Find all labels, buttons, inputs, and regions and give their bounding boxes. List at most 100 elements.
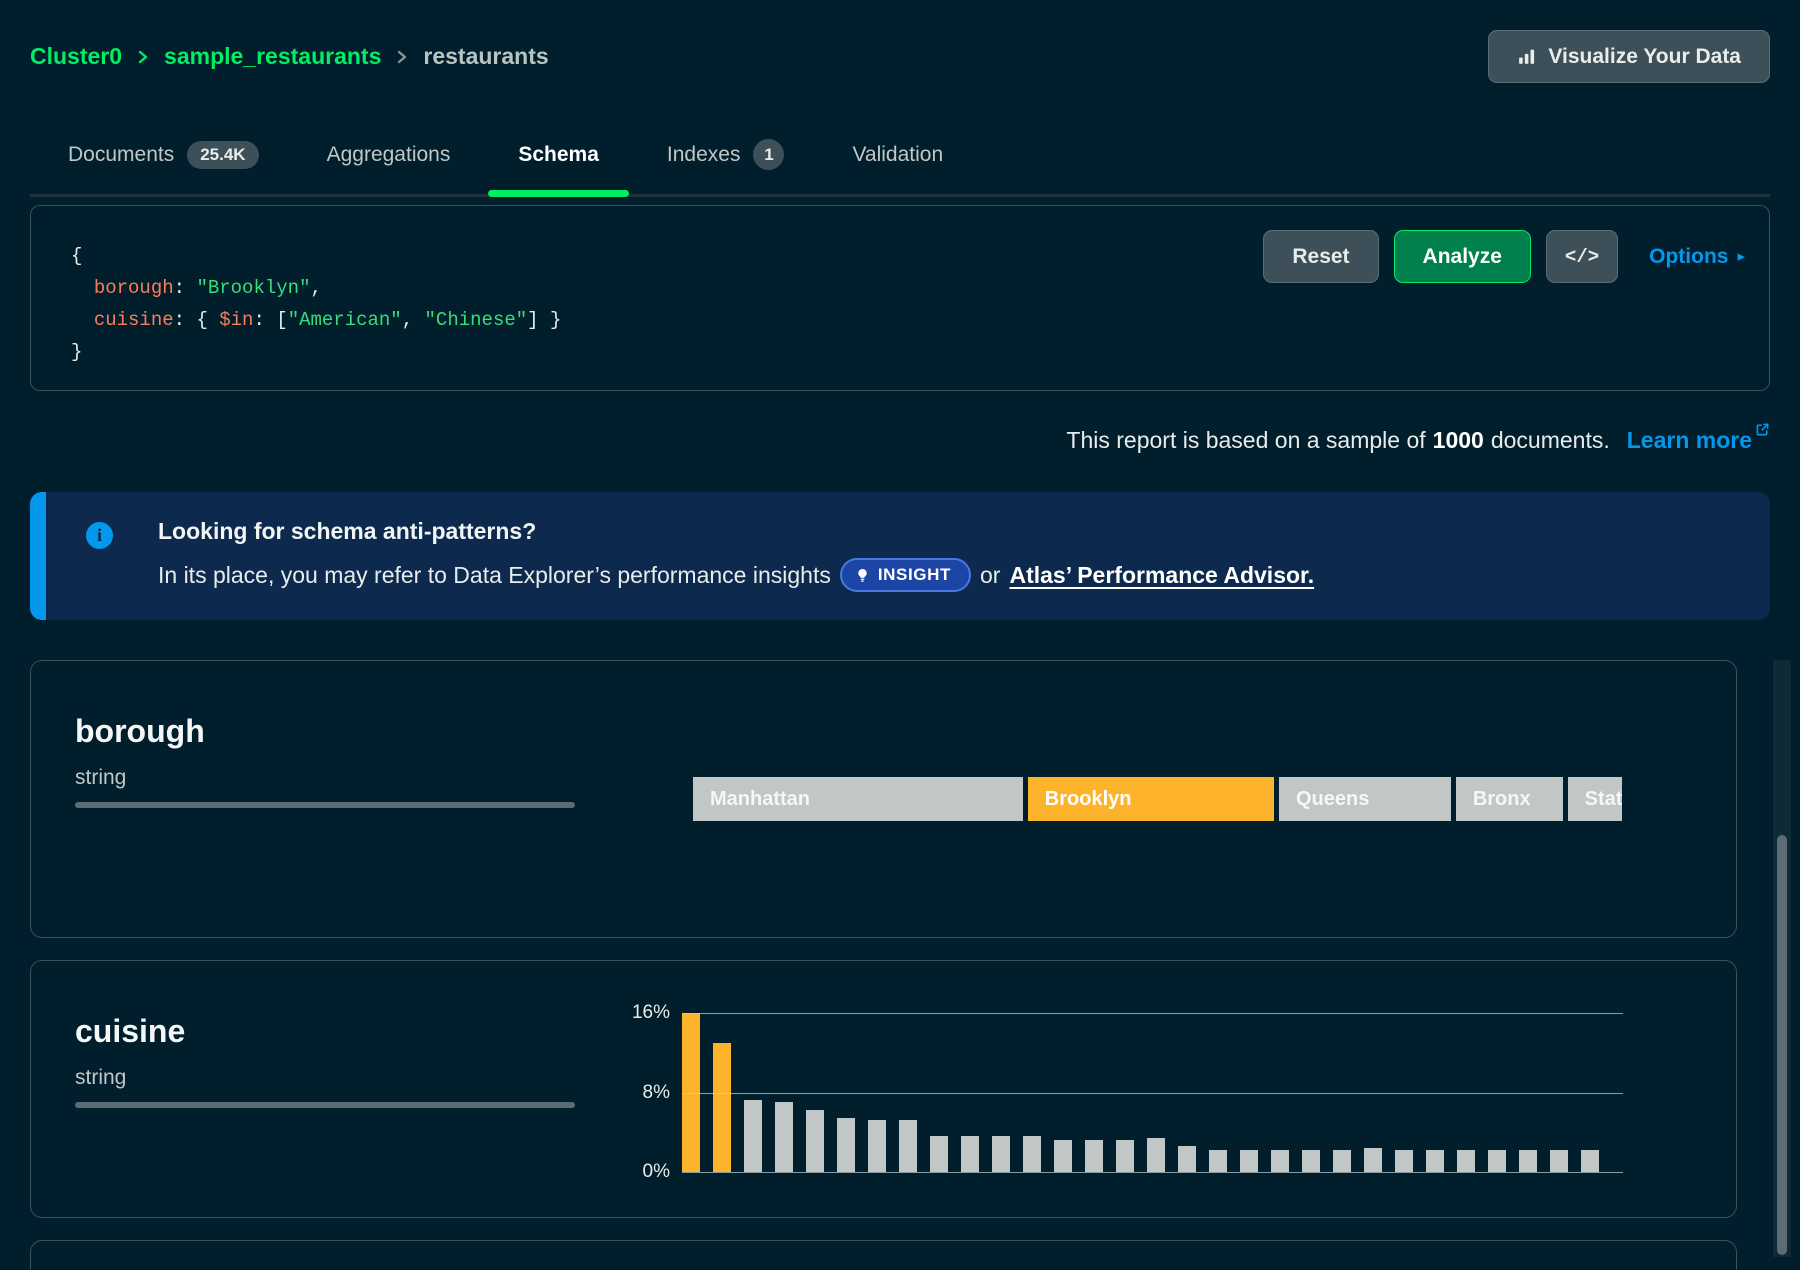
type-distribution-bar: [75, 802, 575, 808]
insight-badge[interactable]: INSIGHT: [840, 558, 971, 592]
atlas-data-explorer: Cluster0sample_restaurantsrestaurants Vi…: [0, 0, 1800, 1258]
cuisine-bar[interactable]: [1364, 1148, 1382, 1172]
performance-advisor-link[interactable]: Atlas’ Performance Advisor.: [1009, 562, 1314, 589]
query-line: }: [71, 336, 561, 368]
lightbulb-icon: [855, 568, 870, 583]
breadcrumb-sample_restaurants[interactable]: sample_restaurants: [164, 43, 381, 70]
cuisine-bar[interactable]: [1488, 1150, 1506, 1172]
cuisine-bar[interactable]: [806, 1110, 824, 1172]
scrollbar-thumb[interactable]: [1777, 835, 1787, 1255]
cuisine-bar[interactable]: [1519, 1150, 1537, 1172]
cuisine-bar[interactable]: [744, 1100, 762, 1172]
cuisine-bar[interactable]: [930, 1136, 948, 1172]
cuisine-bar[interactable]: [837, 1118, 855, 1172]
cuisine-bar[interactable]: [899, 1120, 917, 1172]
chevron-right-icon: [135, 49, 151, 65]
cuisine-bar[interactable]: [775, 1102, 793, 1172]
visualize-your-data-button[interactable]: Visualize Your Data: [1488, 30, 1770, 83]
field-card-cuisine: cuisine string 16%8%0%: [30, 960, 1737, 1218]
info-banner: i Looking for schema anti-patterns? In i…: [30, 492, 1770, 620]
cuisine-bar[interactable]: [1178, 1146, 1196, 1172]
segment-label: Staten Island: [1585, 788, 1622, 811]
cuisine-bar[interactable]: [868, 1120, 886, 1172]
learn-more-label: Learn more: [1627, 427, 1752, 454]
query-line: {: [71, 240, 561, 272]
report-note-suffix: documents.: [1491, 427, 1610, 454]
banner-content: Looking for schema anti-patterns? In its…: [158, 518, 1734, 592]
segment-label: Manhattan: [710, 788, 810, 811]
gridline: [682, 1093, 1623, 1094]
cuisine-plot: [682, 1013, 1623, 1172]
tab-validation[interactable]: Validation: [850, 123, 945, 194]
options-toggle[interactable]: Options ▸: [1649, 245, 1745, 269]
breadcrumb-cluster0[interactable]: Cluster0: [30, 43, 122, 70]
tab-indexes[interactable]: Indexes 1: [665, 123, 787, 194]
cuisine-bar[interactable]: [1054, 1140, 1072, 1172]
gridline: [682, 1013, 1623, 1014]
sample-count: 1000: [1433, 427, 1484, 454]
borough-segment-bronx[interactable]: Bronx: [1456, 777, 1563, 821]
report-note-prefix: This report is based on a sample of: [1066, 427, 1425, 454]
cuisine-bar[interactable]: [1395, 1150, 1413, 1172]
cuisine-bar[interactable]: [1426, 1150, 1444, 1172]
external-link-icon: [1755, 422, 1770, 437]
learn-more-link[interactable]: Learn more: [1627, 427, 1770, 454]
visualize-your-data-label: Visualize Your Data: [1548, 45, 1741, 69]
field-name: borough: [75, 713, 1692, 750]
tab-aggregations[interactable]: Aggregations: [325, 123, 453, 194]
tab-label: Schema: [518, 143, 599, 167]
borough-segments: Manhattan BrooklynQueens Bronx Staten Islan…: [693, 777, 1622, 821]
field-card-next-partial: [30, 1240, 1737, 1270]
borough-segment-manhattan[interactable]: Manhattan: [693, 777, 1023, 821]
reset-button[interactable]: Reset: [1263, 230, 1378, 283]
info-icon: i: [86, 522, 113, 549]
code-toggle-button[interactable]: </>: [1546, 230, 1618, 283]
tab-count-badge: 25.4K: [187, 141, 258, 169]
type-distribution-bar: [75, 1102, 575, 1108]
borough-value-chart: Manhattan BrooklynQueens Bronx Staten Islan…: [693, 777, 1622, 821]
banner-accent-bar: [30, 492, 46, 620]
borough-segment-queens[interactable]: Queens: [1279, 777, 1451, 821]
tab-count-badge: 1: [753, 139, 784, 170]
query-editor[interactable]: { borough: "Brooklyn", cuisine: { $in: […: [71, 240, 561, 368]
borough-segment-brooklyn[interactable]: Brooklyn: [1028, 777, 1274, 821]
y-axis-label: 8%: [643, 1082, 670, 1104]
tab-label: Indexes: [667, 143, 741, 167]
cuisine-bar[interactable]: [1023, 1136, 1041, 1172]
tab-bar: Documents 25.4K Aggregations Schema Indexes 1…: [30, 123, 1770, 197]
banner-body: In its place, you may refer to Data Expl…: [158, 558, 1734, 592]
cuisine-value-chart: 16%8%0%: [592, 1013, 1623, 1172]
cuisine-bar[interactable]: [1333, 1150, 1351, 1172]
cuisine-bar[interactable]: [1271, 1150, 1289, 1172]
query-line: cuisine: { $in: ["American", "Chinese"] …: [71, 304, 561, 336]
cuisine-bar[interactable]: [961, 1136, 979, 1172]
schema-field-list: borough string ManhattanBrooklynQueensBr…: [30, 660, 1770, 1270]
tab-schema[interactable]: Schema: [516, 123, 601, 194]
cuisine-bar[interactable]: [1116, 1140, 1134, 1172]
tab-label: Validation: [852, 143, 943, 167]
cuisine-bar[interactable]: [1209, 1150, 1227, 1172]
scrollbar[interactable]: [1773, 660, 1791, 1257]
sample-report-note: This report is based on a sample of 1000…: [30, 427, 1770, 454]
cuisine-bar[interactable]: [713, 1043, 731, 1172]
options-label: Options: [1649, 245, 1728, 269]
borough-segment-staten-island[interactable]: Staten Island: [1568, 777, 1622, 821]
tab-documents[interactable]: Documents 25.4K: [66, 123, 261, 194]
cuisine-bar[interactable]: [1550, 1150, 1568, 1172]
tab-label: Documents: [68, 143, 174, 167]
cuisine-bar[interactable]: [1457, 1150, 1475, 1172]
cuisine-bar[interactable]: [1581, 1150, 1599, 1172]
cuisine-bar[interactable]: [1302, 1150, 1320, 1172]
segment-label: Bronx: [1473, 788, 1531, 811]
banner-body-connector: or: [980, 562, 1000, 589]
cuisine-bar[interactable]: [1085, 1140, 1103, 1172]
cuisine-bar[interactable]: [992, 1136, 1010, 1172]
field-card-borough: borough string ManhattanBrooklynQueensBr…: [30, 660, 1737, 938]
cuisine-bar[interactable]: [1147, 1138, 1165, 1172]
cuisine-bar[interactable]: [1240, 1150, 1258, 1172]
query-actions: Reset Analyze </> Options ▸: [1263, 230, 1745, 283]
y-axis-label: 16%: [632, 1002, 670, 1024]
gridline: [682, 1172, 1623, 1173]
analyze-button[interactable]: Analyze: [1394, 230, 1531, 283]
insight-badge-label: INSIGHT: [878, 565, 951, 585]
